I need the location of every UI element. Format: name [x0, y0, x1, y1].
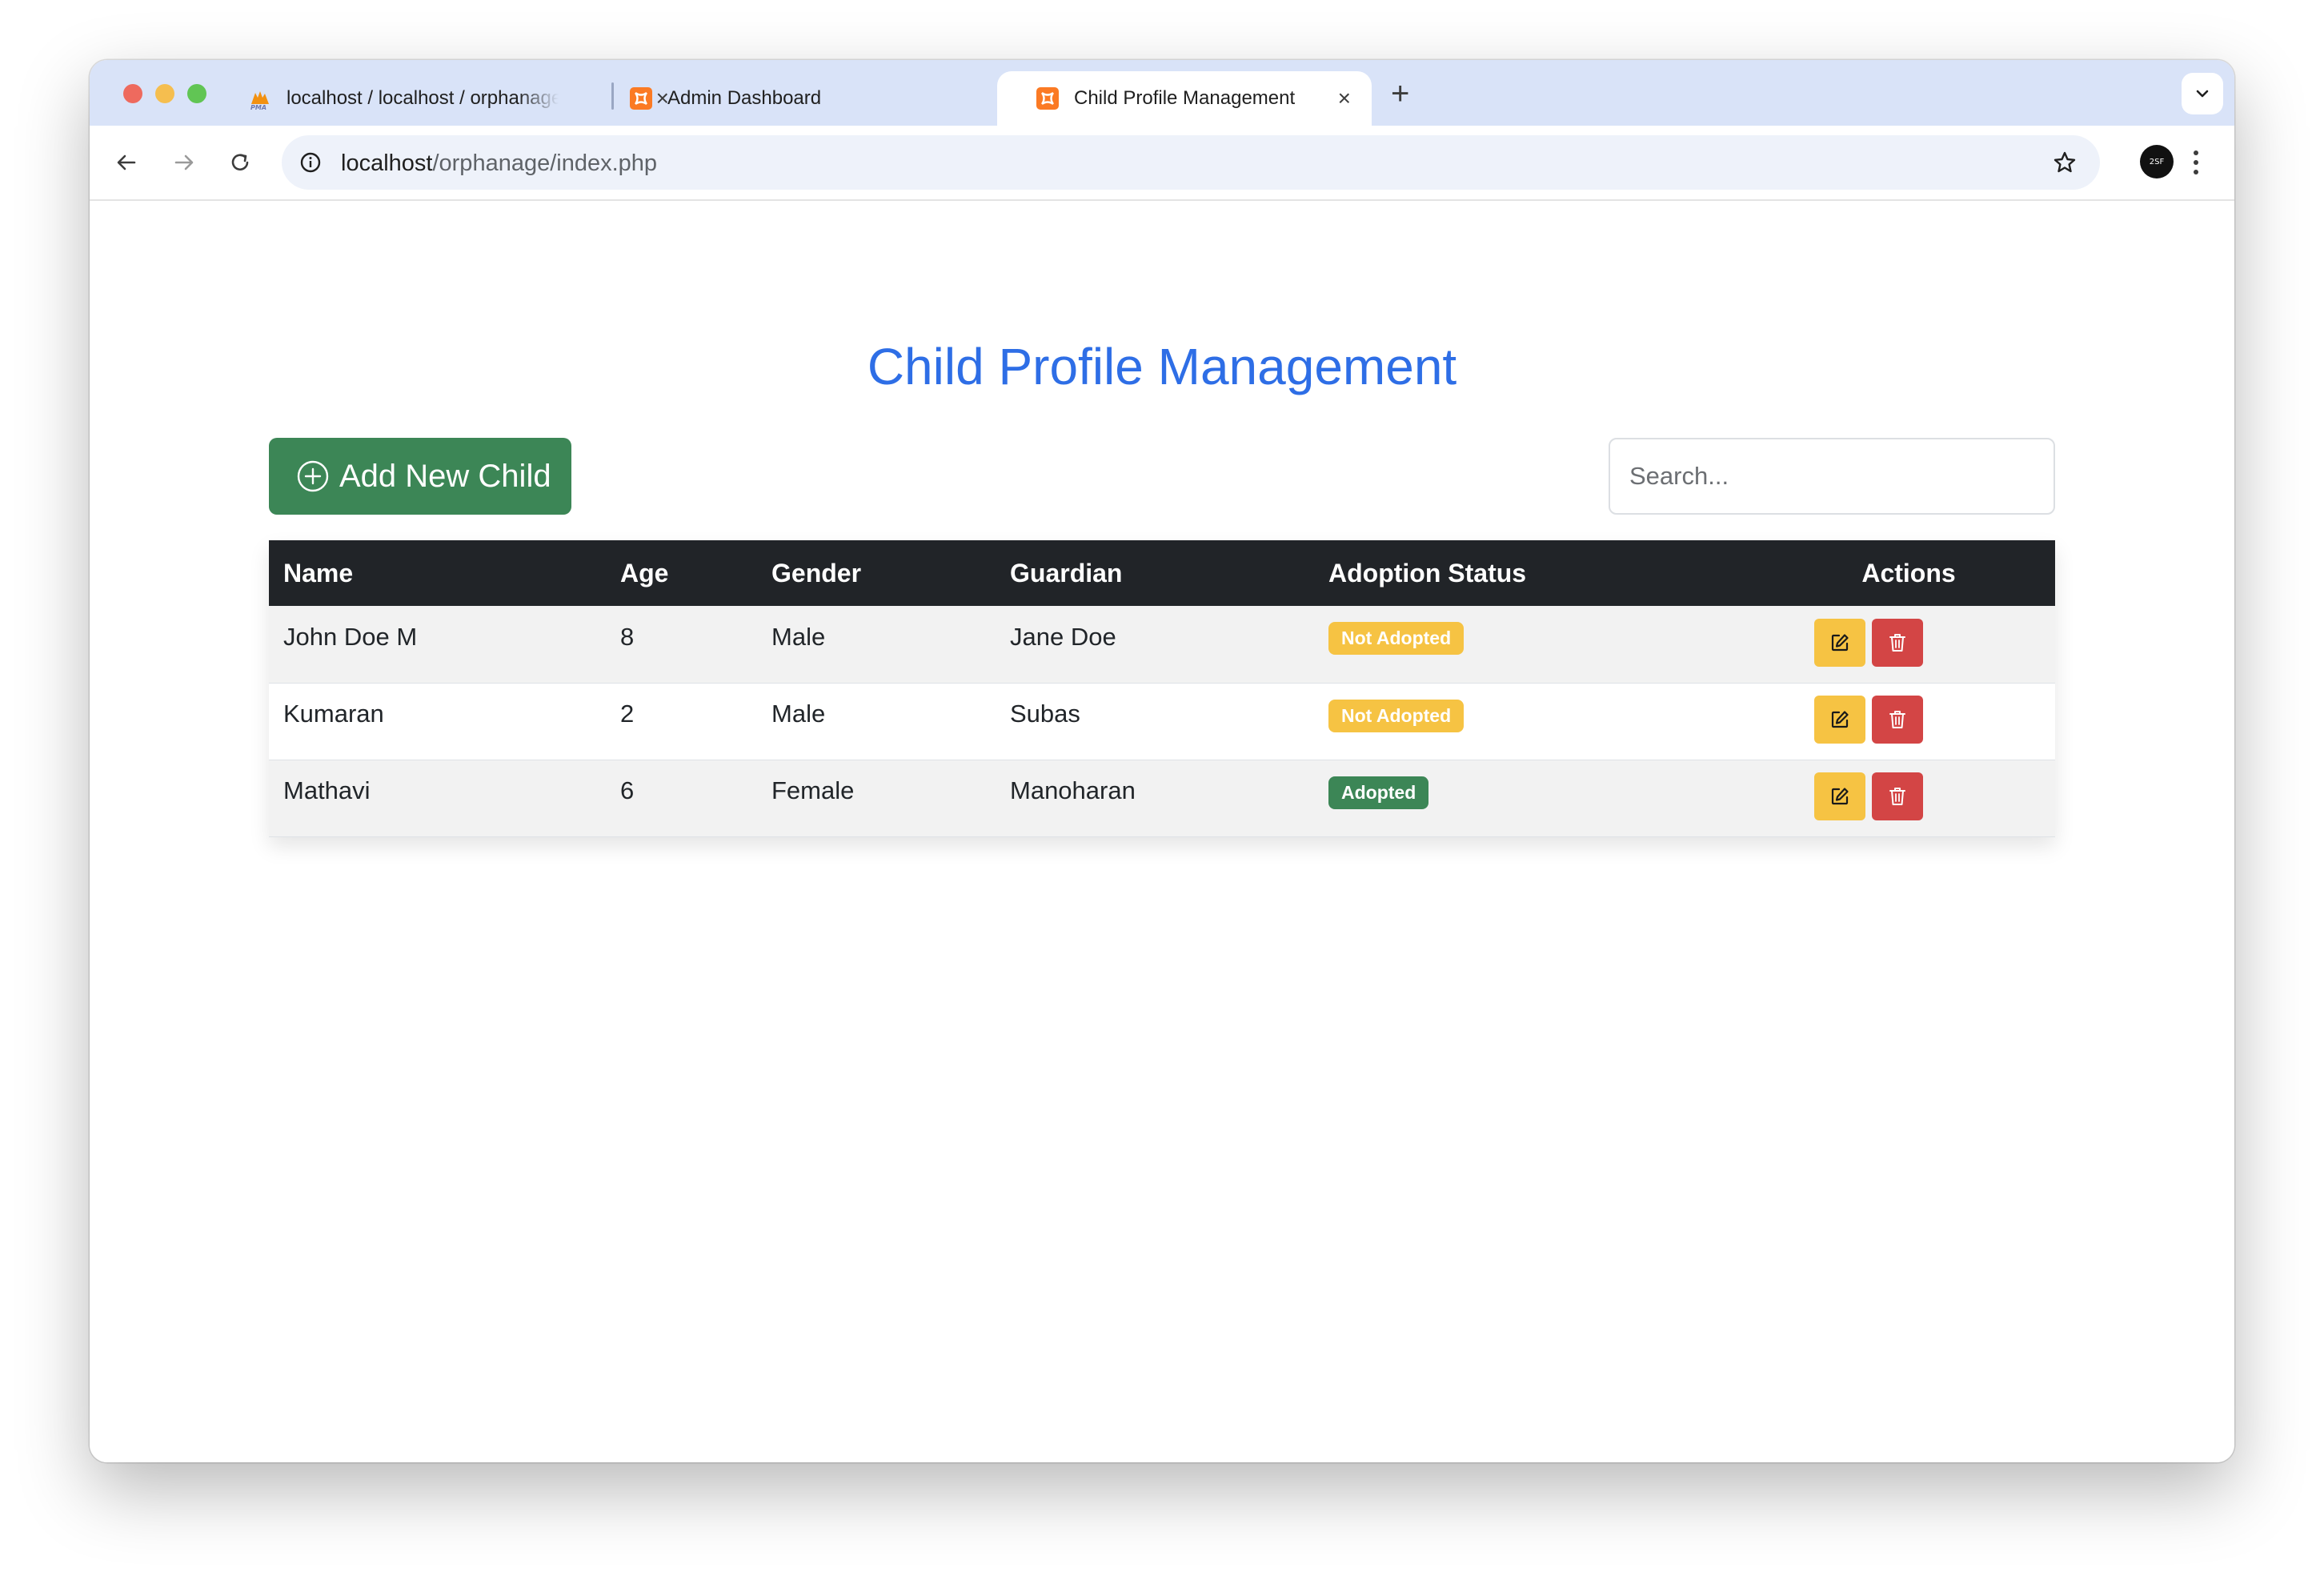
add-new-child-button[interactable]: Add New Child: [269, 438, 571, 515]
reload-button[interactable]: [222, 145, 258, 180]
table-row: John Doe M 8 Male Jane Doe Not Adopted: [269, 606, 2055, 683]
profile-avatar[interactable]: 2SF: [2140, 145, 2174, 178]
url-text[interactable]: localhost/orphanage/index.php: [341, 150, 657, 177]
tab-title: Admin Dashboard: [667, 87, 822, 109]
tab-child-profile-management[interactable]: Child Profile Management ×: [997, 71, 1372, 126]
forward-button[interactable]: [166, 145, 202, 180]
status-badge: Not Adopted: [1328, 622, 1465, 656]
edit-icon: [1831, 711, 1849, 728]
edit-icon: [1831, 634, 1849, 651]
reload-icon: [231, 154, 249, 170]
edit-icon: [1831, 788, 1849, 805]
browser-toolbar: localhost/orphanage/index.php 2SF: [90, 126, 2234, 201]
table-header-row: Name Age Gender Guardian Adoption Status…: [269, 540, 2055, 606]
row-actions: [1814, 618, 1923, 667]
trash-icon: [1889, 633, 1905, 652]
maximize-window-button[interactable]: [187, 84, 206, 103]
cell-adoption-status: Not Adopted: [1314, 683, 1762, 760]
column-header-actions: Actions: [1861, 558, 1956, 587]
arrow-left-icon: [117, 154, 136, 170]
tab-separator: [611, 82, 614, 110]
cell-guardian: Jane Doe: [1010, 622, 1116, 651]
cell-age: 6: [620, 776, 635, 804]
tab-admin-dashboard[interactable]: Admin Dashboard ×: [629, 71, 1061, 126]
cell-name: Kumaran: [283, 700, 384, 728]
cell-gender: Male: [771, 700, 826, 728]
cell-guardian: Manoharan: [1010, 776, 1136, 804]
xampp-icon: [1036, 87, 1059, 110]
edit-button[interactable]: [1814, 618, 1865, 667]
column-header-adoption-status[interactable]: Adoption Status: [1314, 540, 1762, 606]
trash-icon: [1889, 788, 1905, 805]
cell-actions: [1762, 760, 2055, 836]
edit-button[interactable]: [1814, 772, 1865, 820]
chevron-down-icon: [2196, 90, 2209, 98]
tab-strip: PMA localhost / localhost / orphanage × …: [90, 60, 2234, 126]
children-table: Name Age Gender Guardian Adoption Status…: [269, 540, 2055, 837]
cell-adoption-status: Not Adopted: [1314, 606, 1762, 683]
minimize-window-button[interactable]: [155, 84, 174, 103]
status-badge: Adopted: [1328, 776, 1429, 809]
site-info-icon[interactable]: [299, 151, 322, 174]
column-header-age[interactable]: Age: [606, 540, 757, 606]
delete-button[interactable]: [1872, 772, 1923, 820]
phpmyadmin-icon: PMA: [250, 91, 269, 110]
cell-adoption-status: Adopted: [1314, 760, 1762, 836]
new-tab-button[interactable]: +: [1391, 78, 1409, 110]
status-badge: Not Adopted: [1328, 699, 1465, 732]
bookmark-star-icon[interactable]: [2052, 150, 2078, 175]
children-table-container: Name Age Gender Guardian Adoption Status…: [269, 540, 2055, 837]
table-row: Mathavi 6 Female Manoharan Adopted: [269, 760, 2055, 836]
table-row: Kumaran 2 Male Subas Not Adopted: [269, 683, 2055, 760]
row-actions: [1814, 696, 1923, 744]
trash-icon: [1889, 711, 1905, 728]
tab-title: localhost / localhost / orphanage: [286, 87, 559, 109]
plus-circle-icon: [297, 460, 329, 492]
row-actions: [1814, 772, 1923, 820]
cell-gender: Female: [771, 776, 855, 804]
column-header-guardian[interactable]: Guardian: [996, 540, 1314, 606]
column-header-gender[interactable]: Gender: [757, 540, 996, 606]
tab-phpmyadmin[interactable]: PMA localhost / localhost / orphanage ×: [248, 71, 690, 126]
screen: PMA localhost / localhost / orphanage × …: [0, 0, 2324, 1580]
cell-guardian: Subas: [1010, 700, 1080, 728]
cell-name: Mathavi: [283, 776, 371, 804]
browser-window: PMA localhost / localhost / orphanage × …: [90, 60, 2234, 1462]
address-bar[interactable]: localhost/orphanage/index.php: [282, 135, 2100, 190]
url-path: /orphanage/index.php: [432, 150, 658, 176]
cell-gender: Male: [771, 622, 826, 651]
delete-button[interactable]: [1872, 618, 1923, 667]
page-title: Child Profile Management: [867, 338, 1457, 395]
add-new-child-label: Add New Child: [339, 458, 551, 494]
search-input[interactable]: [1609, 438, 2055, 515]
back-button[interactable]: [109, 145, 144, 180]
delete-button[interactable]: [1872, 696, 1923, 744]
cell-age: 8: [620, 622, 635, 651]
cell-age: 2: [620, 700, 635, 728]
profile-label: 2SF: [2149, 157, 2165, 166]
svg-text:PMA: PMA: [250, 104, 266, 110]
close-tab-icon[interactable]: ×: [1338, 87, 1351, 110]
more-menu-icon[interactable]: [2191, 145, 2201, 180]
cell-name: John Doe M: [283, 622, 418, 651]
url-host: localhost: [341, 150, 433, 176]
column-header-name[interactable]: Name: [269, 540, 606, 606]
xampp-icon: [630, 87, 652, 110]
close-window-button[interactable]: [123, 84, 142, 103]
cell-actions: [1762, 683, 2055, 760]
tab-search-button[interactable]: [2182, 73, 2223, 114]
arrow-right-icon: [174, 154, 194, 170]
cell-actions: [1762, 606, 2055, 683]
tab-title: Child Profile Management: [1074, 87, 1296, 109]
edit-button[interactable]: [1814, 696, 1865, 744]
page-content: Child Profile Management Add New Child S…: [90, 201, 2234, 1462]
